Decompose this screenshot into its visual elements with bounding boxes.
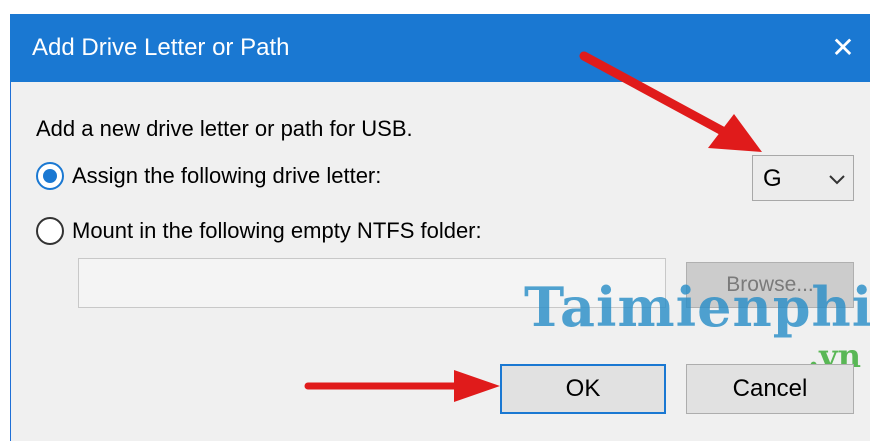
cancel-button[interactable]: Cancel [686, 364, 854, 414]
ok-button[interactable]: OK [500, 364, 666, 414]
mount-folder-radio[interactable] [36, 217, 64, 245]
close-icon[interactable]: ✕ [826, 32, 860, 64]
chevron-down-icon [829, 175, 845, 185]
assign-letter-option[interactable]: Assign the following drive letter: [36, 161, 381, 191]
mount-folder-label[interactable]: Mount in the following empty NTFS folder… [72, 218, 482, 244]
drive-letter-dropdown[interactable]: G [752, 155, 854, 201]
assign-letter-radio[interactable] [36, 162, 64, 190]
watermark-logo: Taimienphi [524, 275, 870, 339]
dialog-prompt: Add a new drive letter or path for USB. [36, 116, 413, 141]
mount-folder-option[interactable]: Mount in the following empty NTFS folder… [36, 216, 482, 246]
dialog-title: Add Drive Letter or Path [32, 34, 290, 61]
assign-letter-label[interactable]: Assign the following drive letter: [72, 163, 381, 189]
drive-letter-value: G [763, 165, 782, 192]
